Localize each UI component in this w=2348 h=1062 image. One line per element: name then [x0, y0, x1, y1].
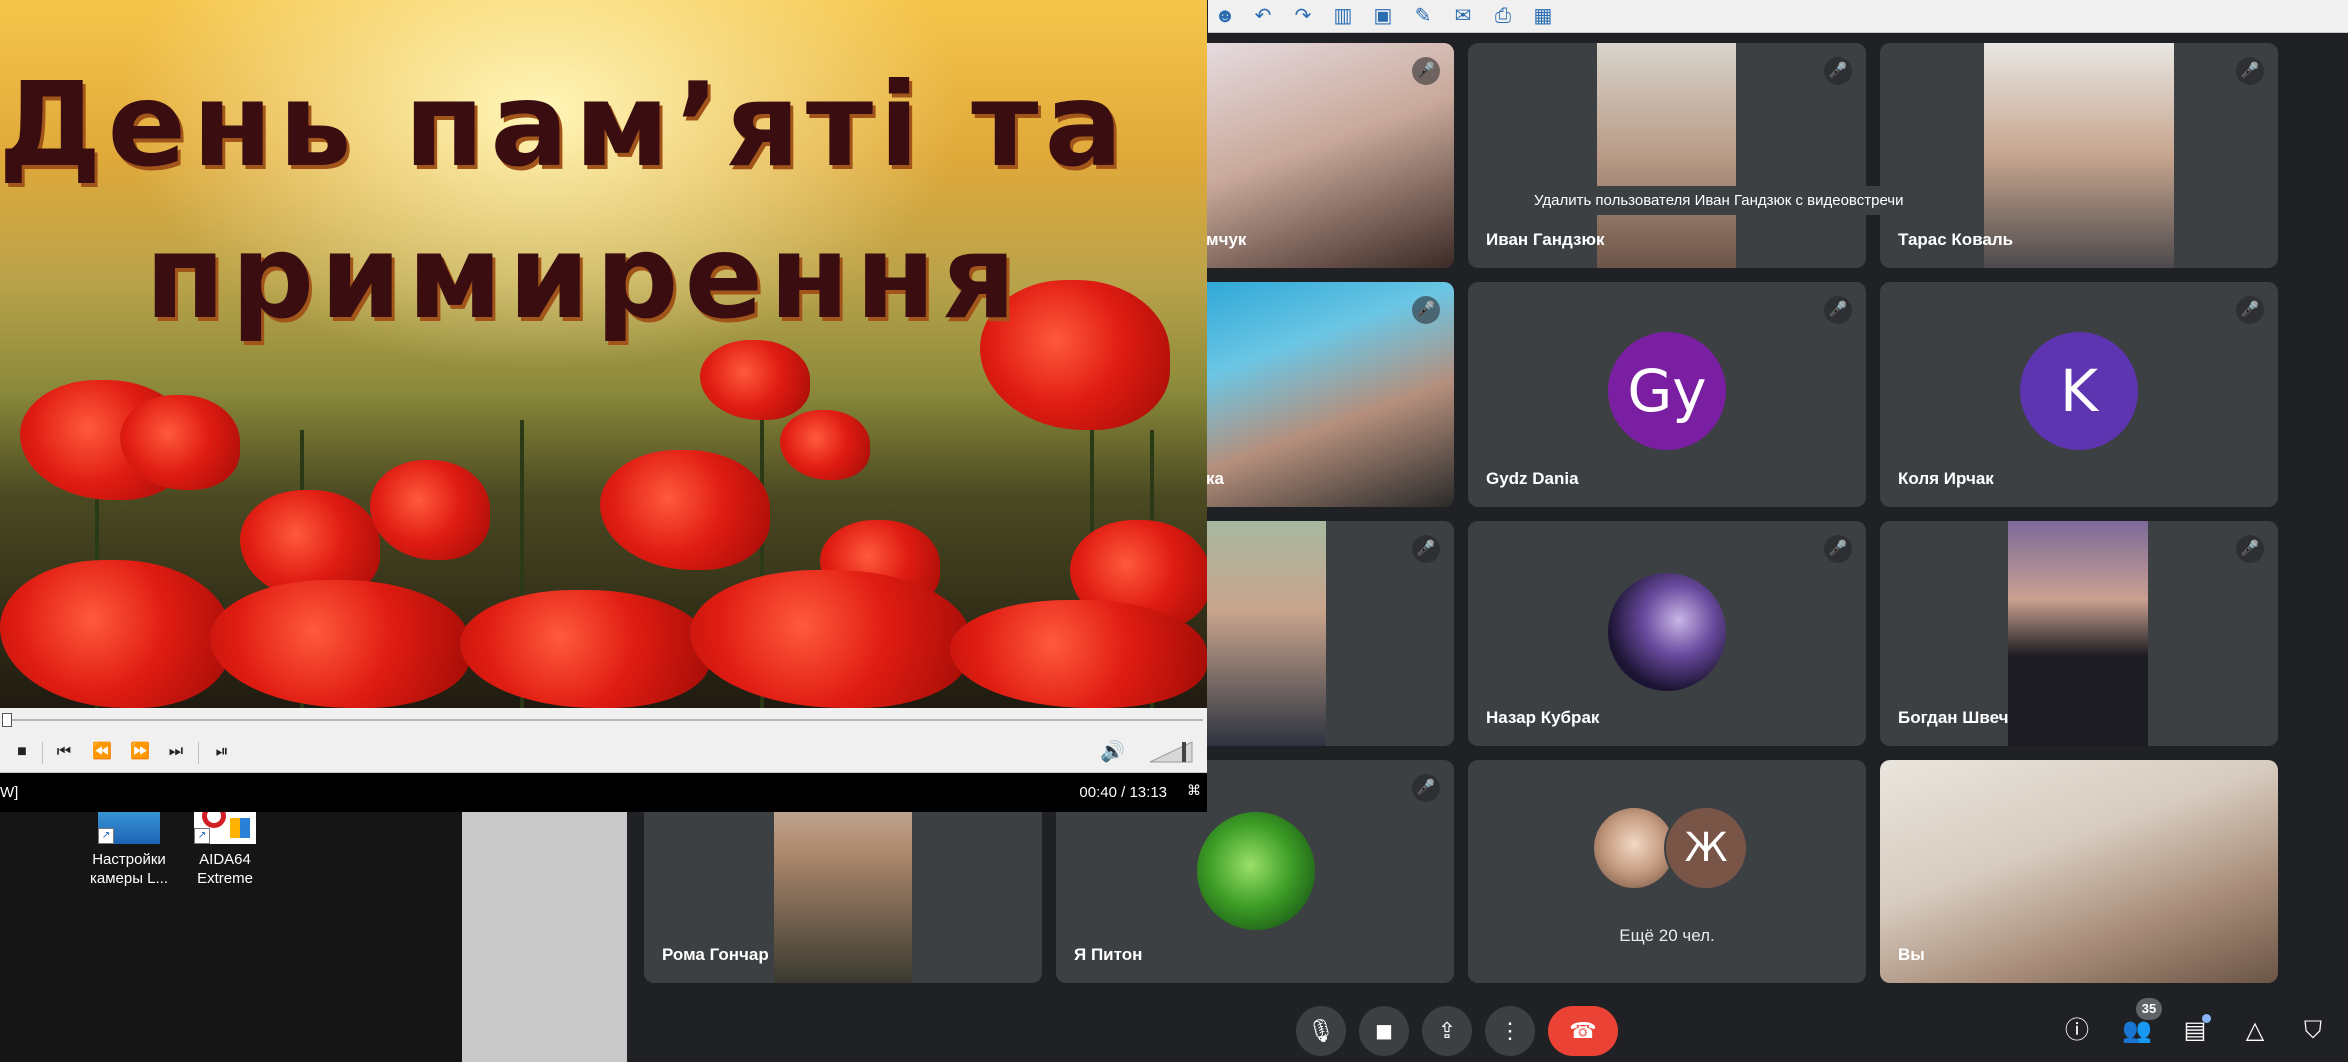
remove-participant-tooltip: Удалить пользователя Иван Гандзюк с виде…: [1522, 186, 1916, 215]
chat-notification-dot: [2202, 1014, 2211, 1023]
mode-icon: ⌘: [1187, 782, 1201, 798]
desktop-icon-label: Настройки камеры L...: [89, 851, 169, 887]
mic-off-icon: 🎤: [1412, 774, 1440, 802]
participant-name: ка: [1206, 469, 1224, 488]
user-icon[interactable]: ☻: [1212, 3, 1238, 29]
skip-next-icon[interactable]: ⏭: [164, 740, 188, 764]
meeting-info-button[interactable]: ⓘ: [2058, 1012, 2096, 1050]
mic-off-icon: 🎤: [1412, 57, 1440, 85]
mic-off-icon: 🎤: [2236, 57, 2264, 85]
more-options-button[interactable]: ⋮: [1485, 1006, 1535, 1056]
hang-up-icon: ☎: [1569, 1018, 1597, 1043]
printer-icon[interactable]: ⎙: [1490, 3, 1516, 29]
player-controls: ■ ⏮ ⏪ ⏩ ⏭ ⏯ 🔊: [0, 732, 1207, 773]
participant-name: Назар Кубрак: [1486, 708, 1600, 727]
playback-time: 00:40 / 13:13: [1079, 784, 1167, 801]
skip-previous-icon[interactable]: ⏮: [52, 740, 76, 764]
participants-count-badge: 35: [2136, 998, 2162, 1020]
avatar: [1608, 573, 1726, 691]
avatar-initials: Ж: [1684, 825, 1728, 871]
mic-off-icon: 🎤: [2236, 296, 2264, 324]
video-frame[interactable]: День пам’яті та примирення: [0, 0, 1207, 708]
participant-name: Gydz Dania: [1486, 469, 1579, 488]
participant-name: Рома Гончар: [662, 945, 769, 964]
avatar-initials: Gy: [1627, 357, 1707, 425]
media-player-window: День пам’яті та примирення ■ ⏮ ⏪ ⏩ ⏭ ⏯ 🔊…: [0, 0, 1207, 812]
participant-name: Вы: [1898, 945, 1925, 964]
mic-off-icon: 🎤: [1824, 296, 1852, 324]
avatar: Gy: [1608, 332, 1726, 450]
separator: [198, 742, 199, 764]
mic-off-icon: 🎤: [1412, 296, 1440, 324]
activities-button[interactable]: △: [2236, 1012, 2274, 1050]
participant-tile[interactable]: Gy Gydz Dania 🎤: [1468, 282, 1866, 507]
mic-off-icon: 🎤: [2236, 535, 2264, 563]
camera-settings-icon: ↗: [98, 808, 160, 844]
rewind-icon[interactable]: ⏪: [90, 740, 114, 764]
window-icon[interactable]: ▣: [1370, 3, 1396, 29]
more-participants-label: Ещё 20 чел.: [1619, 926, 1715, 945]
participant-name: Тарас Коваль: [1898, 230, 2014, 249]
fast-forward-icon[interactable]: ⏩: [128, 740, 152, 764]
pen-icon[interactable]: ✎: [1410, 3, 1436, 29]
microphone-button[interactable]: 🎙: [1296, 1006, 1346, 1056]
end-call-button[interactable]: ☎: [1548, 1006, 1618, 1056]
undo-icon[interactable]: ↶: [1250, 3, 1276, 29]
present-button[interactable]: ⇪: [1422, 1006, 1472, 1056]
separator: [42, 742, 43, 764]
participant-tile[interactable]: Тарас Коваль 🎤: [1880, 43, 2278, 268]
people-icon: 👥: [2122, 1017, 2152, 1044]
participant-name: Богдан Швеч: [1898, 708, 2009, 727]
participant-name: Коля Ирчак: [1898, 469, 1994, 488]
self-view-tile[interactable]: Вы: [1880, 760, 2278, 983]
status-bar: W] 00:40 / 13:13 ⌘: [0, 773, 1207, 812]
microphone-icon: 🎙: [1307, 1018, 1335, 1043]
slide-title-line-1: День пам’яті та: [0, 58, 1129, 193]
seek-track: [4, 719, 1203, 721]
present-icon: ⇪: [1437, 1018, 1457, 1043]
desktop-icon-aida64[interactable]: ↗ AIDA64 Extreme: [180, 804, 270, 888]
stop-icon[interactable]: ■: [10, 740, 34, 764]
mic-off-icon: 🎤: [1412, 535, 1440, 563]
volume-slider[interactable]: [1148, 740, 1194, 764]
participant-name: Иван Гандзюк: [1486, 230, 1605, 249]
redo-icon[interactable]: ↷: [1290, 3, 1316, 29]
seek-thumb[interactable]: [2, 713, 12, 727]
participant-name: мчук: [1206, 230, 1247, 249]
frame-step-icon[interactable]: ⏯: [210, 740, 234, 764]
shield-lock-icon: ⛉: [2304, 1017, 2322, 1044]
participant-tile[interactable]: Иван Гандзюк 🎤: [1468, 43, 1866, 268]
more-vert-icon: ⋮: [1499, 1018, 1521, 1043]
desktop-icon-label: AIDA64 Extreme: [197, 851, 253, 887]
envelope-icon[interactable]: ✉: [1450, 3, 1476, 29]
avatar-initials: K: [2059, 357, 2099, 425]
slide-title-line-2: примирення: [144, 210, 1023, 345]
info-icon: ⓘ: [2065, 1017, 2089, 1044]
participant-tile[interactable]: Богдан Швеч 🎤: [1880, 521, 2278, 746]
participant-tile[interactable]: Назар Кубрак 🎤: [1468, 521, 1866, 746]
volume-icon[interactable]: 🔊: [1100, 740, 1125, 764]
avatar: Ж: [1664, 806, 1748, 890]
participant-tile[interactable]: K Коля Ирчак 🎤: [1880, 282, 2278, 507]
camera-button[interactable]: ◼: [1359, 1006, 1409, 1056]
avatar: [1197, 812, 1315, 930]
aida64-icon: ↗: [194, 804, 256, 844]
desktop-icon-camera-settings[interactable]: ↗ Настройки камеры L...: [84, 808, 174, 888]
status-text: W]: [0, 784, 19, 801]
participant-video: [2008, 521, 2148, 746]
participant-name: Я Питон: [1074, 945, 1143, 964]
participant-video: [1597, 43, 1736, 268]
avatar: K: [2020, 332, 2138, 450]
columns-icon[interactable]: ▥: [1330, 3, 1356, 29]
shapes-icon: △: [2245, 1017, 2265, 1044]
mic-off-icon: 🎤: [1824, 535, 1852, 563]
app-toolbar: ☻ ↶ ↷ ▥ ▣ ✎ ✉ ⎙ ▦: [1208, 0, 2348, 33]
host-controls-button[interactable]: ⛉: [2294, 1012, 2332, 1050]
calendar-icon[interactable]: ▦: [1530, 3, 1556, 29]
seek-bar[interactable]: [0, 708, 1207, 732]
more-participants-tile[interactable]: Ж Ещё 20 чел.: [1468, 760, 1866, 983]
mic-off-icon: 🎤: [1824, 57, 1852, 85]
camera-icon: ◼: [1374, 1018, 1394, 1043]
participant-video: [1206, 521, 1326, 746]
